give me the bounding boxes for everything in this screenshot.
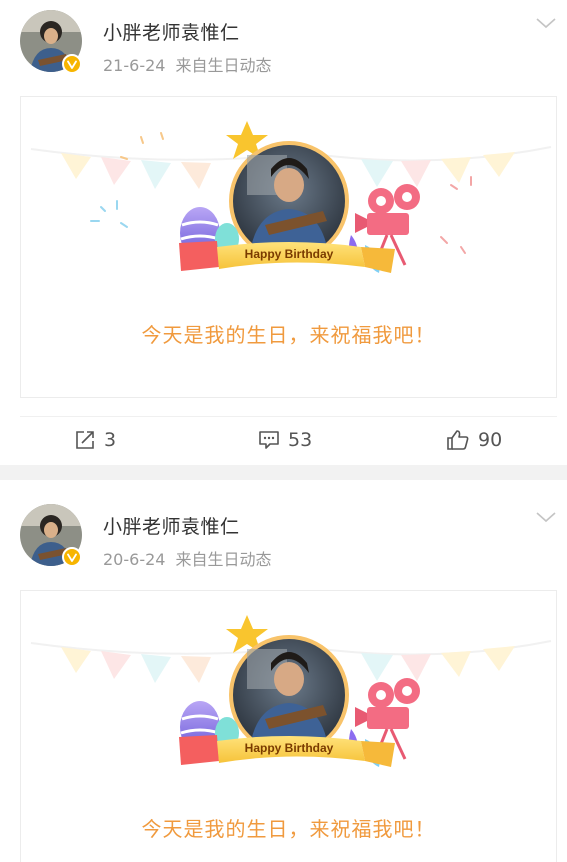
repost-count: 3 xyxy=(104,429,117,451)
post-action-bar: 3 53 90 xyxy=(20,416,557,467)
chevron-down-icon[interactable] xyxy=(535,16,557,30)
comment-button[interactable]: 53 xyxy=(258,429,312,451)
author-name[interactable]: 小胖老师袁惟仁 xyxy=(103,512,240,539)
chevron-down-icon[interactable] xyxy=(535,510,557,524)
post-item: 小胖老师袁惟仁 21-6-24 来自生日动态 Happy Birthday 今天… xyxy=(0,0,567,465)
verified-v-icon xyxy=(62,54,82,74)
post-date: 21-6-24 xyxy=(103,56,166,75)
happy-birthday-banner: Happy Birthday xyxy=(244,741,334,755)
like-button[interactable]: 90 xyxy=(446,429,502,451)
post-date: 20-6-24 xyxy=(103,550,166,569)
author-name[interactable]: 小胖老师袁惟仁 xyxy=(103,18,240,45)
comment-count: 53 xyxy=(288,429,313,451)
post-meta: 20-6-24 来自生日动态 xyxy=(103,546,271,570)
repost-button[interactable]: 3 xyxy=(74,429,116,451)
post-source[interactable]: 来自生日动态 xyxy=(175,550,271,569)
post-item: 小胖老师袁惟仁 20-6-24 来自生日动态 Happy Birthday 今天… xyxy=(0,480,567,862)
like-count: 90 xyxy=(478,429,503,451)
birthday-message: 今天是我的生日，来祝福我吧！ xyxy=(141,323,436,347)
share-icon xyxy=(76,431,94,449)
birthday-message: 今天是我的生日，来祝福我吧！ xyxy=(141,817,436,841)
birthday-illustration xyxy=(30,121,552,273)
post-separator xyxy=(0,465,567,480)
thumbs-up-icon xyxy=(447,430,469,450)
post-source[interactable]: 来自生日动态 xyxy=(175,56,271,75)
comment-icon xyxy=(259,431,279,449)
post-meta: 21-6-24 来自生日动态 xyxy=(103,52,271,76)
birthday-illustration xyxy=(30,615,552,767)
birthday-card[interactable]: Happy Birthday 今天是我的生日，来祝福我吧！ xyxy=(20,590,557,862)
birthday-card[interactable]: Happy Birthday 今天是我的生日，来祝福我吧！ xyxy=(20,96,557,398)
happy-birthday-banner: Happy Birthday xyxy=(244,247,334,261)
verified-v-icon xyxy=(62,547,82,567)
